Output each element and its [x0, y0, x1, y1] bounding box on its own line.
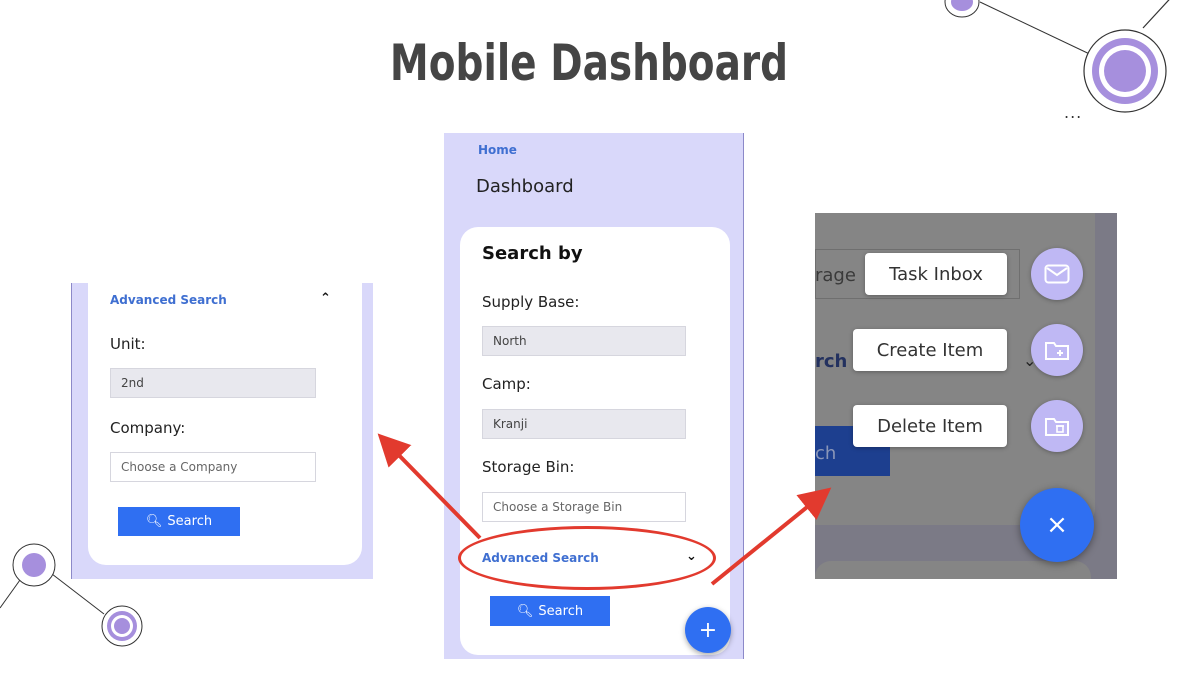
- search-button[interactable]: 🔍︎ Search: [490, 596, 610, 626]
- storage-bin-field[interactable]: Choose a Storage Bin: [482, 492, 686, 522]
- advanced-search-card: Advanced Search ⌃ Unit: 2nd Company: Cho…: [88, 283, 362, 565]
- close-fab-button[interactable]: ×: [1020, 488, 1094, 562]
- create-item-menu-item[interactable]: Create Item: [853, 329, 1007, 371]
- search-card-title: Search by: [482, 243, 583, 264]
- camp-label: Camp:: [482, 375, 531, 393]
- slide-title: Mobile Dashboard: [389, 34, 789, 92]
- storage-bin-label: Storage Bin:: [482, 458, 575, 476]
- search-button[interactable]: 🔍︎ Search: [118, 507, 240, 536]
- company-label: Company:: [110, 419, 186, 437]
- folder-delete-icon[interactable]: [1031, 400, 1083, 452]
- search-button-label: Search: [538, 603, 584, 619]
- advanced-search-expanded-screen: Advanced Search ⌃ Unit: 2nd Company: Cho…: [71, 283, 373, 579]
- search-card: Search by Supply Base: North Camp: Kranj…: [460, 227, 730, 655]
- advanced-search-toggle[interactable]: Advanced Search: [110, 293, 227, 307]
- unit-field[interactable]: 2nd: [110, 368, 316, 398]
- task-inbox-menu-item[interactable]: Task Inbox: [865, 253, 1007, 295]
- chevron-up-icon[interactable]: ⌃: [320, 291, 331, 306]
- chevron-down-icon[interactable]: ⌄: [686, 549, 697, 564]
- unit-label: Unit:: [110, 335, 146, 353]
- add-fab-button[interactable]: +: [685, 607, 731, 653]
- company-field[interactable]: Choose a Company: [110, 452, 316, 482]
- dimmed-text-storage: rage: [815, 265, 856, 286]
- supply-base-field[interactable]: North: [482, 326, 686, 356]
- dimmed-text-search: rch: [815, 351, 848, 372]
- search-icon: 🔍︎: [145, 514, 163, 529]
- mail-icon[interactable]: [1031, 248, 1083, 300]
- page-title: Dashboard: [476, 176, 574, 197]
- dimmed-next-card: [815, 561, 1091, 579]
- delete-item-menu-item[interactable]: Delete Item: [853, 405, 1007, 447]
- folder-plus-icon[interactable]: [1031, 324, 1083, 376]
- camp-field[interactable]: Kranji: [482, 409, 686, 439]
- supply-base-label: Supply Base:: [482, 293, 580, 311]
- dimmed-text-search-button: ch: [815, 443, 837, 464]
- phone-dashboard-screen: Home Dashboard Search by Supply Base: No…: [444, 133, 744, 659]
- search-icon: 🔍︎: [516, 603, 534, 619]
- breadcrumb-home[interactable]: Home: [478, 143, 517, 157]
- ellipsis-decoration: ...: [1064, 103, 1083, 122]
- advanced-search-toggle[interactable]: Advanced Search: [482, 551, 599, 565]
- fab-menu-open-screen: rage rch ch ⌄ Task Inbox Create Item Del…: [815, 213, 1117, 579]
- search-button-label: Search: [167, 514, 213, 529]
